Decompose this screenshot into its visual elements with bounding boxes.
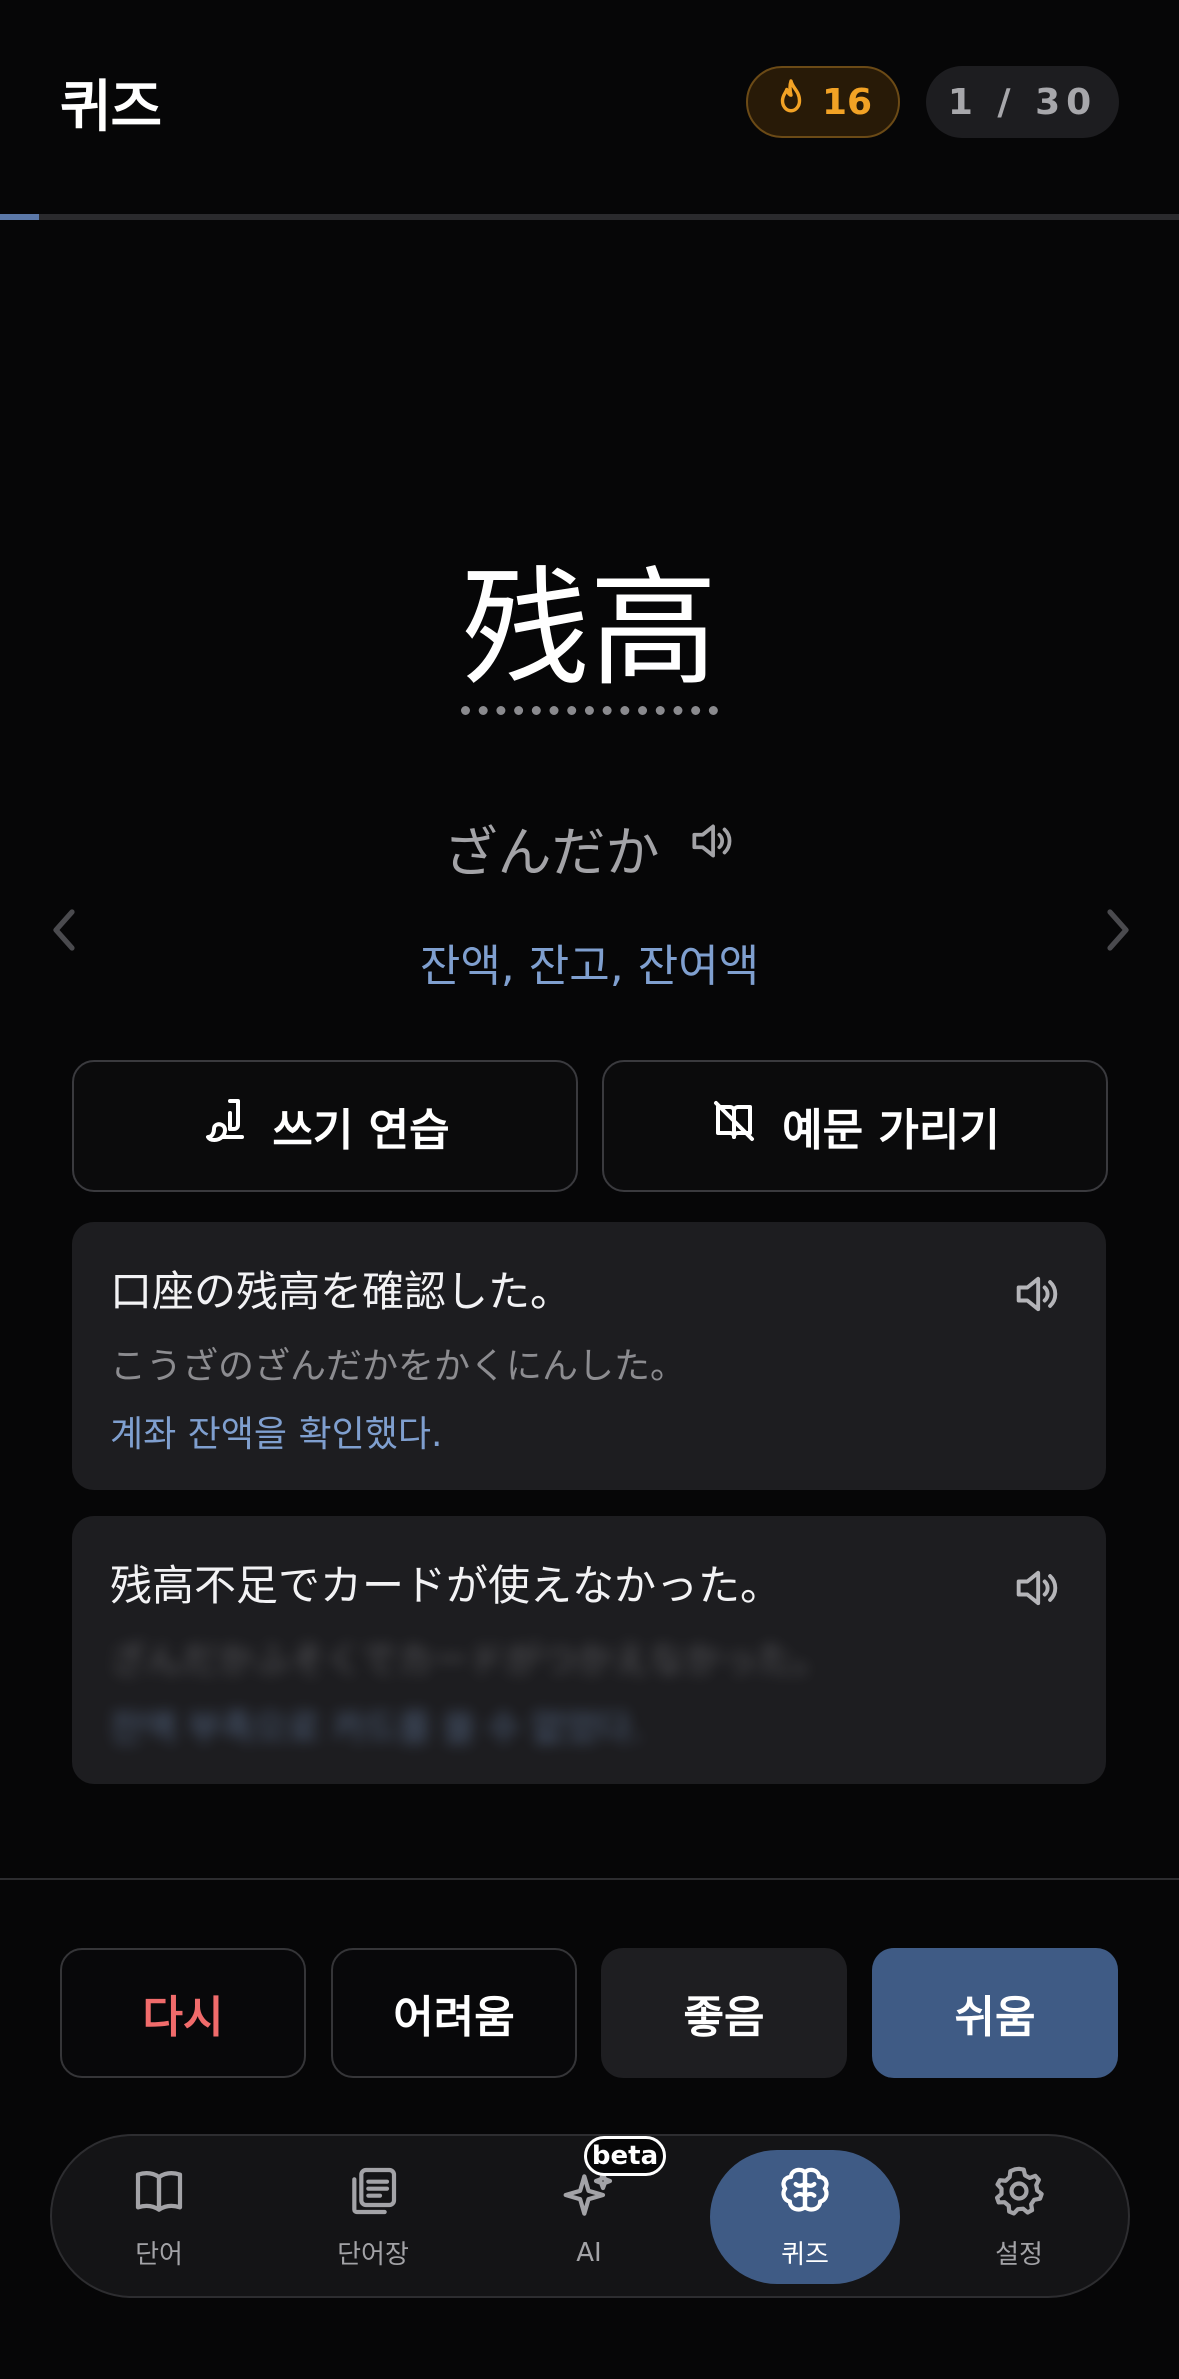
nav-label: 단어장 <box>337 2240 409 2270</box>
nav-label: 설정 <box>995 2240 1043 2270</box>
example-japanese: 口座の残高を確認した。 <box>110 1267 573 1316</box>
speaker-icon[interactable] <box>686 816 736 879</box>
book-hidden-icon <box>710 1097 758 1156</box>
beta-badge: beta <box>584 2136 666 2176</box>
progress-fill <box>0 214 39 220</box>
nav-item-words[interactable]: 단어 <box>64 2150 254 2284</box>
brain-icon <box>777 2163 833 2226</box>
example-card: 残高不足でカードが使えなかった。 ざんだかふそくでカードがつかえなかった。 잔액… <box>72 1516 1106 1784</box>
reading-row: ざんだか <box>0 808 1179 887</box>
flame-icon <box>774 78 808 127</box>
quiz-word[interactable]: 残高 <box>0 555 1179 715</box>
kanji-text: 残高 <box>461 555 718 715</box>
easy-button[interactable]: 쉬움 <box>872 1948 1118 2078</box>
book-icon <box>131 2163 187 2226</box>
nav-label: AI <box>576 2237 602 2268</box>
example-reading-hidden[interactable]: ざんだかふそくでカードがつかえなかった。 <box>110 1631 1068 1683</box>
reading-text: ざんだか <box>443 821 660 884</box>
example-card: 口座の残高を確認した。 こうざのざんだかをかくにんした。 계좌 잔액을 확인했다… <box>72 1222 1106 1490</box>
divider <box>0 1878 1179 1880</box>
gear-icon <box>991 2163 1047 2226</box>
hard-button[interactable]: 어려움 <box>331 1948 577 2078</box>
example-translation: 계좌 잔액을 확인했다. <box>110 1413 443 1455</box>
hide-examples-button[interactable]: 예문 가리기 <box>602 1060 1108 1192</box>
nav-item-settings[interactable]: 설정 <box>924 2150 1114 2284</box>
speaker-icon[interactable] <box>1010 1268 1062 1320</box>
brush-icon <box>200 1097 248 1156</box>
nav-label: 단어 <box>135 2240 183 2270</box>
previous-arrow-icon[interactable] <box>44 900 84 960</box>
progress-track <box>0 214 1179 220</box>
nav-label: 퀴즈 <box>781 2240 829 2270</box>
good-button[interactable]: 좋음 <box>601 1948 847 2078</box>
page-title: 퀴즈 <box>60 75 162 140</box>
again-button[interactable]: 다시 <box>60 1948 306 2078</box>
streak-count: 16 <box>821 81 873 123</box>
wordbook-icon <box>345 2163 401 2226</box>
hide-examples-label: 예문 가리기 <box>782 1105 1000 1156</box>
speaker-icon[interactable] <box>1010 1562 1062 1614</box>
next-arrow-icon[interactable] <box>1098 900 1138 960</box>
nav-item-wordbook[interactable]: 단어장 <box>278 2150 468 2284</box>
question-counter: 1 / 30 <box>926 66 1119 138</box>
example-translation-hidden[interactable]: 잔액 부족으로 카드를 쓸 수 없었다. <box>110 1699 1068 1751</box>
streak-badge: 16 <box>746 66 900 138</box>
writing-practice-label: 쓰기 연습 <box>272 1105 450 1156</box>
example-reading: こうざのざんだかをかくにんした。 <box>110 1345 687 1387</box>
meaning-text: 잔액, 잔고, 잔여액 <box>419 941 760 992</box>
nav-item-quiz[interactable]: 퀴즈 <box>710 2150 900 2284</box>
writing-practice-button[interactable]: 쓰기 연습 <box>72 1060 578 1192</box>
example-japanese: 残高不足でカードが使えなかった。 <box>110 1561 783 1610</box>
